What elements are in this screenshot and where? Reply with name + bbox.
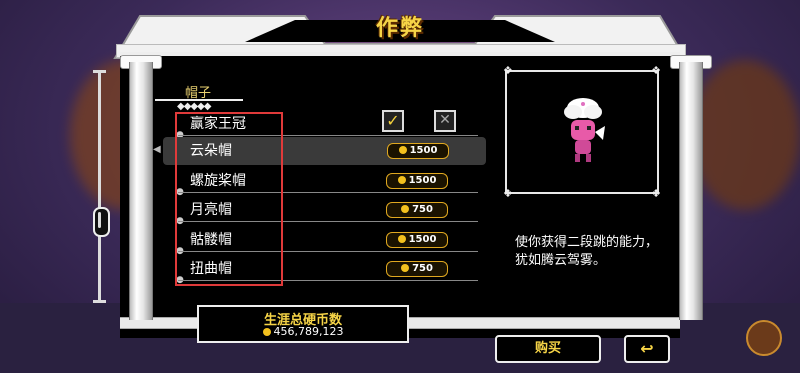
item-description: 使你获得二段跳的能力，犹如腾云驾雾。 (515, 235, 659, 268)
price-tag: 750 (386, 261, 448, 277)
coin-icon (397, 235, 406, 243)
item-preview-frame: ❖ ❖ ❖ ❖ (503, 64, 661, 200)
classics-badge-icon (746, 320, 782, 356)
career-coins-value: 456,789,123 (199, 325, 407, 338)
buy-button[interactable]: 购买 (495, 335, 601, 363)
price-tag: 1500 (386, 232, 448, 248)
price-tag: 750 (386, 202, 448, 218)
scroll-track-top (93, 70, 106, 73)
scroll-track[interactable] (98, 72, 101, 300)
frame-corner-icon: ❖ (503, 187, 513, 200)
coin-icon (397, 176, 406, 184)
left-column (129, 62, 153, 320)
coin-icon (401, 264, 410, 272)
scroll-track-bottom (93, 300, 106, 303)
hero-preview-icon (564, 98, 605, 162)
annotation-highlight-box (175, 112, 283, 286)
price-tag: 1500 (386, 173, 448, 189)
right-column (679, 62, 703, 320)
scroll-thumb[interactable] (93, 207, 110, 237)
price-tag: 1500 (387, 143, 449, 159)
frame-corner-icon: ❖ (651, 187, 661, 200)
career-coins-panel: 生涯总硬币数 456,789,123 (197, 305, 409, 343)
coin-icon (401, 205, 410, 213)
background-tree-right (690, 60, 800, 210)
frame-corner-icon: ❖ (503, 64, 513, 77)
page-title: 作弊 (375, 16, 424, 41)
coin-icon (398, 146, 407, 154)
return-arrow-icon[interactable]: ↩ (624, 335, 670, 363)
frame-corner-icon: ❖ (651, 64, 661, 77)
row-left-arrow-icon: ◀ (153, 144, 161, 155)
coin-icon (262, 328, 271, 336)
